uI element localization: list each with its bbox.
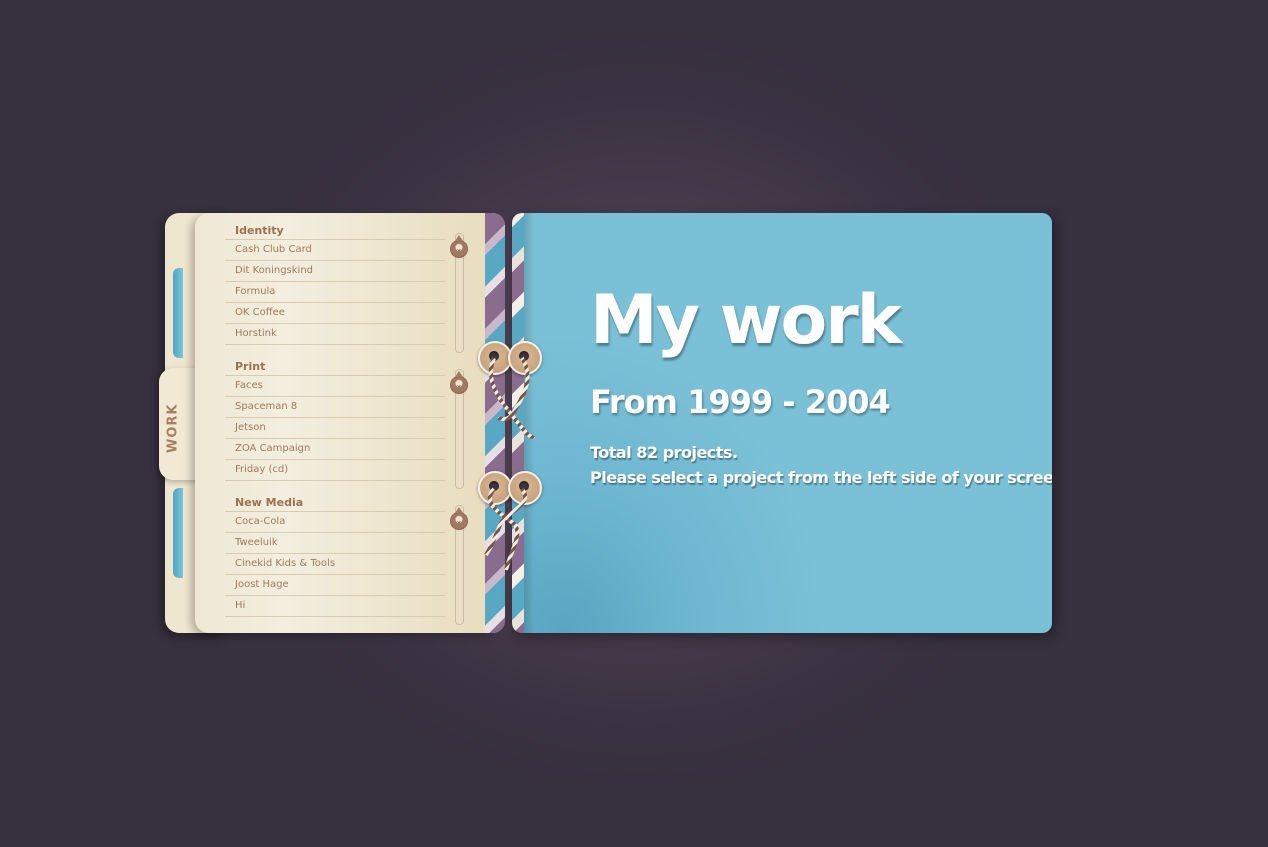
page-subtitle: From 1999 - 2004 [590, 383, 891, 421]
section-new-media: New Media Coca-Cola Tweeluik Cinekid Kid… [225, 495, 445, 617]
list-item[interactable]: Faces [225, 376, 445, 397]
list-item[interactable]: Jetson [225, 418, 445, 439]
list-item[interactable]: Hi [225, 596, 445, 617]
scroll-handle-icon[interactable]: ⌄ [450, 371, 468, 394]
binding-ring-icon [508, 341, 542, 375]
blue-tab-upper [173, 268, 183, 358]
info-page-book: My work From 1999 - 2004 Total 82 projec… [512, 213, 1052, 633]
list-item[interactable]: Cinekid Kids & Tools [225, 554, 445, 575]
list-item[interactable]: OK Coffee [225, 303, 445, 324]
section-print: Print Faces Spaceman 8 Jetson ZOA Campai… [225, 359, 445, 481]
list-item[interactable]: Joost Hage [225, 575, 445, 596]
list-item[interactable]: Coca-Cola [225, 512, 445, 533]
list-item[interactable]: Tweeluik [225, 533, 445, 554]
striped-spine-left [485, 213, 505, 633]
section-title: New Media [225, 495, 445, 512]
work-tab-label: WORK [165, 403, 181, 453]
info-page: My work From 1999 - 2004 Total 82 projec… [524, 213, 1052, 633]
list-item[interactable]: Formula [225, 282, 445, 303]
section-title: Print [225, 359, 445, 376]
striped-spine-right [512, 213, 524, 633]
section-title: Identity [225, 223, 445, 240]
binding-ring-icon [478, 471, 512, 505]
binding-ring-icon [478, 341, 512, 375]
section-identity: Identity Cash Club Card Dit Koningskind … [225, 223, 445, 345]
binding-ring-icon [508, 471, 542, 505]
page-title: My work [590, 281, 902, 360]
list-item[interactable]: ZOA Campaign [225, 439, 445, 460]
work-index-book: WORK Identity Cash Club Card Dit Konings… [159, 213, 505, 633]
list-item[interactable]: Horstink [225, 324, 445, 345]
project-count-text: Total 82 projects. [590, 443, 738, 462]
list-item[interactable]: Friday (cd) [225, 460, 445, 481]
scroll-handle-icon[interactable]: ⌄ [450, 235, 468, 258]
list-item[interactable]: Spaceman 8 [225, 397, 445, 418]
list-item[interactable]: Cash Club Card [225, 240, 445, 261]
project-list-page: Identity Cash Club Card Dit Koningskind … [195, 213, 495, 633]
instruction-text: Please select a project from the left si… [590, 468, 1052, 487]
list-item[interactable]: Dit Koningskind [225, 261, 445, 282]
blue-tab-lower [173, 488, 183, 578]
scroll-handle-icon[interactable]: ⌄ [450, 507, 468, 530]
